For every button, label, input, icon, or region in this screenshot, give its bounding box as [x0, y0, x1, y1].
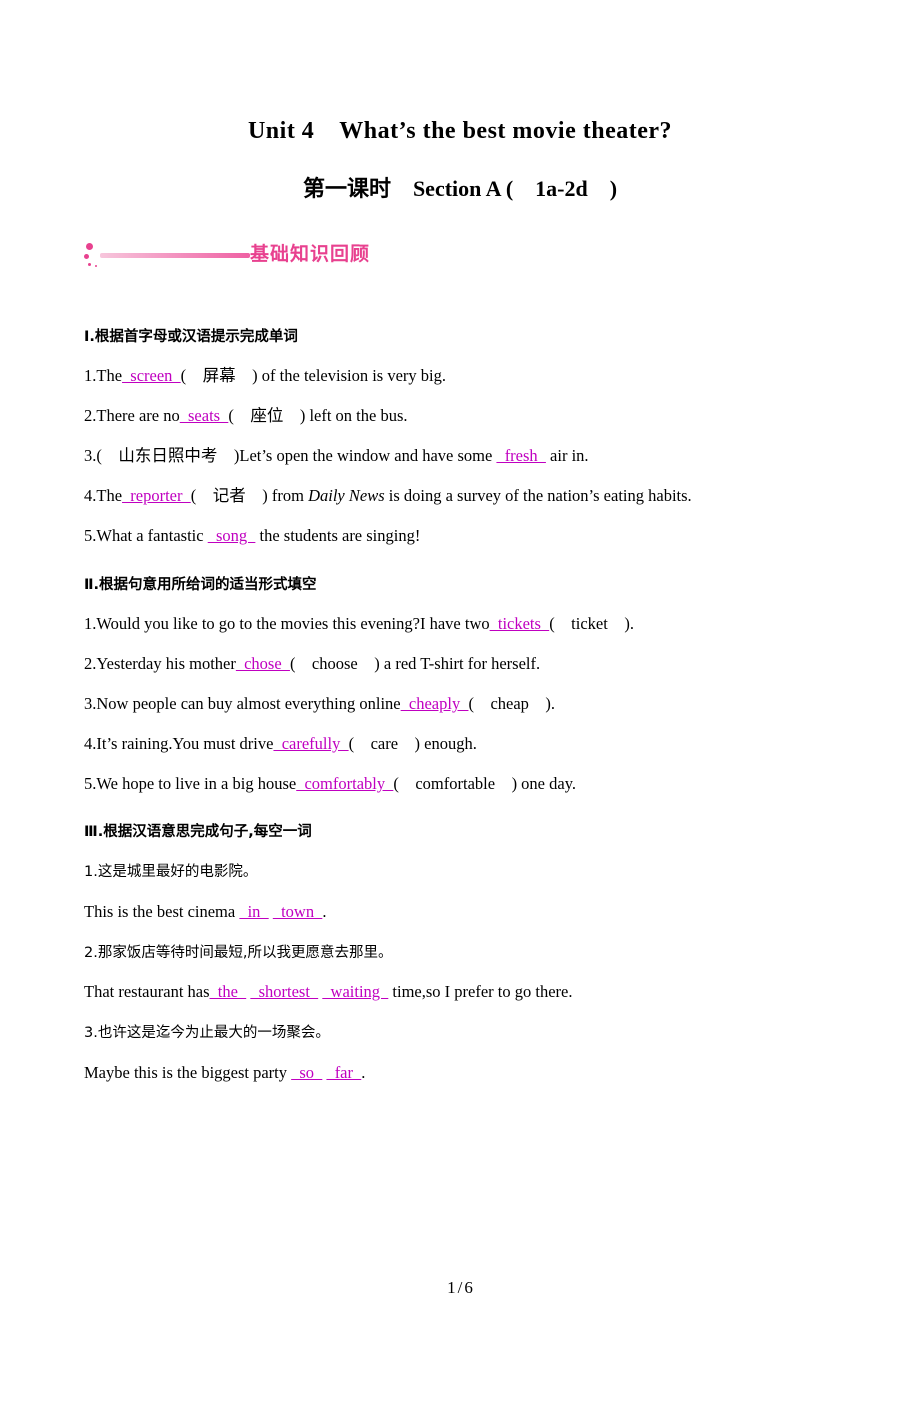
banner-bar — [100, 253, 250, 258]
exercise-item: 2.There are no seats ( 座位 ) left on the … — [84, 405, 836, 426]
question-text: This is the best cinema — [84, 901, 240, 921]
exercise-item: 1.The screen ( 屏幕 ) of the television is… — [84, 365, 836, 386]
answer-blank[interactable]: shortest — [250, 982, 318, 1001]
exercise-item: 2.那家饭店等待时间最短,所以我更愿意去那里。 — [84, 941, 836, 963]
answer-blank[interactable]: waiting — [322, 982, 388, 1001]
answer-blank[interactable]: far — [326, 1063, 361, 1082]
question-text: ( 记者 ) from — [190, 486, 309, 506]
exercise-item: 4.The reporter ( 记者 ) from Daily News is… — [84, 485, 836, 506]
exercise-item: Maybe this is the biggest party so far . — [84, 1062, 836, 1083]
question-text: air in. — [545, 446, 589, 466]
question-text: ( comfortable ) one day. — [393, 773, 577, 793]
question-text: Daily News — [308, 486, 385, 506]
answer-blank[interactable]: in — [239, 902, 268, 921]
question-text: 4.It’s raining.You must drive — [84, 733, 274, 753]
answer-blank[interactable]: so — [291, 1063, 322, 1082]
answer-blank[interactable]: seats — [180, 406, 229, 425]
question-text: 2.There are no — [84, 406, 180, 426]
page-subtitle: 第一课时 Section A ( 1a-2d ) — [302, 176, 618, 201]
question-text: ( choose ) a red T-shirt for herself. — [289, 653, 541, 673]
question-text: 3.( 山东日照中考 )Let’s open the window and ha… — [84, 446, 497, 466]
exercise-item: That restaurant has the shortest waiting… — [84, 981, 836, 1002]
question-text: 3.Now people can buy almost everything o… — [84, 693, 401, 713]
question-text: ( care ) enough. — [348, 733, 477, 753]
answer-blank[interactable]: screen — [122, 366, 181, 385]
question-text: ( 座位 ) left on the bus. — [228, 406, 408, 426]
section-heading: Ⅱ.根据句意用所给词的适当形式填空 — [84, 576, 317, 593]
answer-blank[interactable]: reporter — [122, 486, 191, 505]
page-title: Unit 4 What’s the best movie theater? — [247, 118, 673, 144]
question-text: 2.那家饭店等待时间最短,所以我更愿意去那里。 — [84, 944, 393, 961]
exercise-item: 3.Now people can buy almost everything o… — [84, 693, 836, 714]
question-text: ( 屏幕 ) of the television is very big. — [180, 366, 447, 385]
exercise-item: 3.( 山东日照中考 )Let’s open the window and ha… — [84, 445, 836, 466]
question-text: 3.也许这是迄今为止最大的一场聚会。 — [84, 1025, 330, 1042]
exercise-item: 1.Would you like to go to the movies thi… — [84, 613, 836, 634]
question-text: 1.这是城里最好的电影院。 — [84, 864, 258, 881]
answer-blank[interactable]: town — [273, 902, 323, 921]
exercise-item: This is the best cinema in town . — [84, 901, 836, 922]
section-banner: 基础知识回顾 — [84, 237, 836, 279]
answer-blank[interactable]: tickets — [490, 614, 550, 633]
footer-total-pages: 6 — [464, 1278, 473, 1297]
question-text: ( ticket ). — [549, 613, 634, 633]
question-text: time,so I prefer to go there. — [388, 982, 573, 1002]
answer-blank[interactable]: comfortably — [296, 774, 393, 793]
question-text: 1.The — [84, 366, 123, 385]
answer-blank[interactable]: song — [208, 526, 256, 545]
section-heading: Ⅲ.根据汉语意思完成句子,每空一词 — [84, 824, 312, 841]
page-footer: 1/6 — [0, 1278, 920, 1298]
exercise-item: 3.也许这是迄今为止最大的一场聚会。 — [84, 1021, 836, 1043]
exercise-item: 1.这是城里最好的电影院。 — [84, 860, 836, 882]
exercise-item: 4.It’s raining.You must drive carefully … — [84, 733, 836, 754]
answer-blank[interactable]: the — [210, 982, 247, 1001]
answer-blank[interactable]: carefully — [273, 734, 348, 753]
question-text: . — [322, 901, 327, 921]
question-text: is doing a survey of the nation’s eating… — [384, 486, 692, 506]
question-text: 1.Would you like to go to the movies thi… — [84, 613, 490, 633]
exercise-item: 5.We hope to live in a big house comfort… — [84, 773, 836, 794]
banner-label: 基础知识回顾 — [250, 243, 371, 265]
answer-blank[interactable]: chose — [236, 654, 290, 673]
question-text: Maybe this is the biggest party — [84, 1062, 292, 1082]
question-text: 4.The — [84, 486, 123, 506]
answer-blank[interactable]: fresh — [496, 446, 545, 465]
question-text: 5.We hope to live in a big house — [84, 773, 297, 793]
question-text: That restaurant has — [84, 982, 210, 1002]
exercise-item: 5.What a fantastic song the students are… — [84, 525, 836, 546]
footer-separator: / — [457, 1278, 463, 1297]
question-text: 2.Yesterday his mother — [84, 653, 236, 673]
question-text: . — [361, 1062, 366, 1082]
answer-blank[interactable]: cheaply — [401, 694, 469, 713]
question-text: 5.What a fantastic — [84, 526, 208, 546]
document-page: Unit 4 What’s the best movie theater? 第一… — [0, 118, 920, 1420]
footer-current-page: 1 — [447, 1278, 456, 1297]
exercise-item: 2.Yesterday his mother chose ( choose ) … — [84, 653, 836, 674]
question-text: ( cheap ). — [468, 693, 556, 713]
question-text: the students are singing! — [255, 526, 421, 546]
worksheet-sections: Ⅰ.根据首字母或汉语提示完成单词 1.The screen ( 屏幕 ) of t… — [84, 325, 836, 1083]
section-heading: Ⅰ.根据首字母或汉语提示完成单词 — [84, 329, 298, 345]
